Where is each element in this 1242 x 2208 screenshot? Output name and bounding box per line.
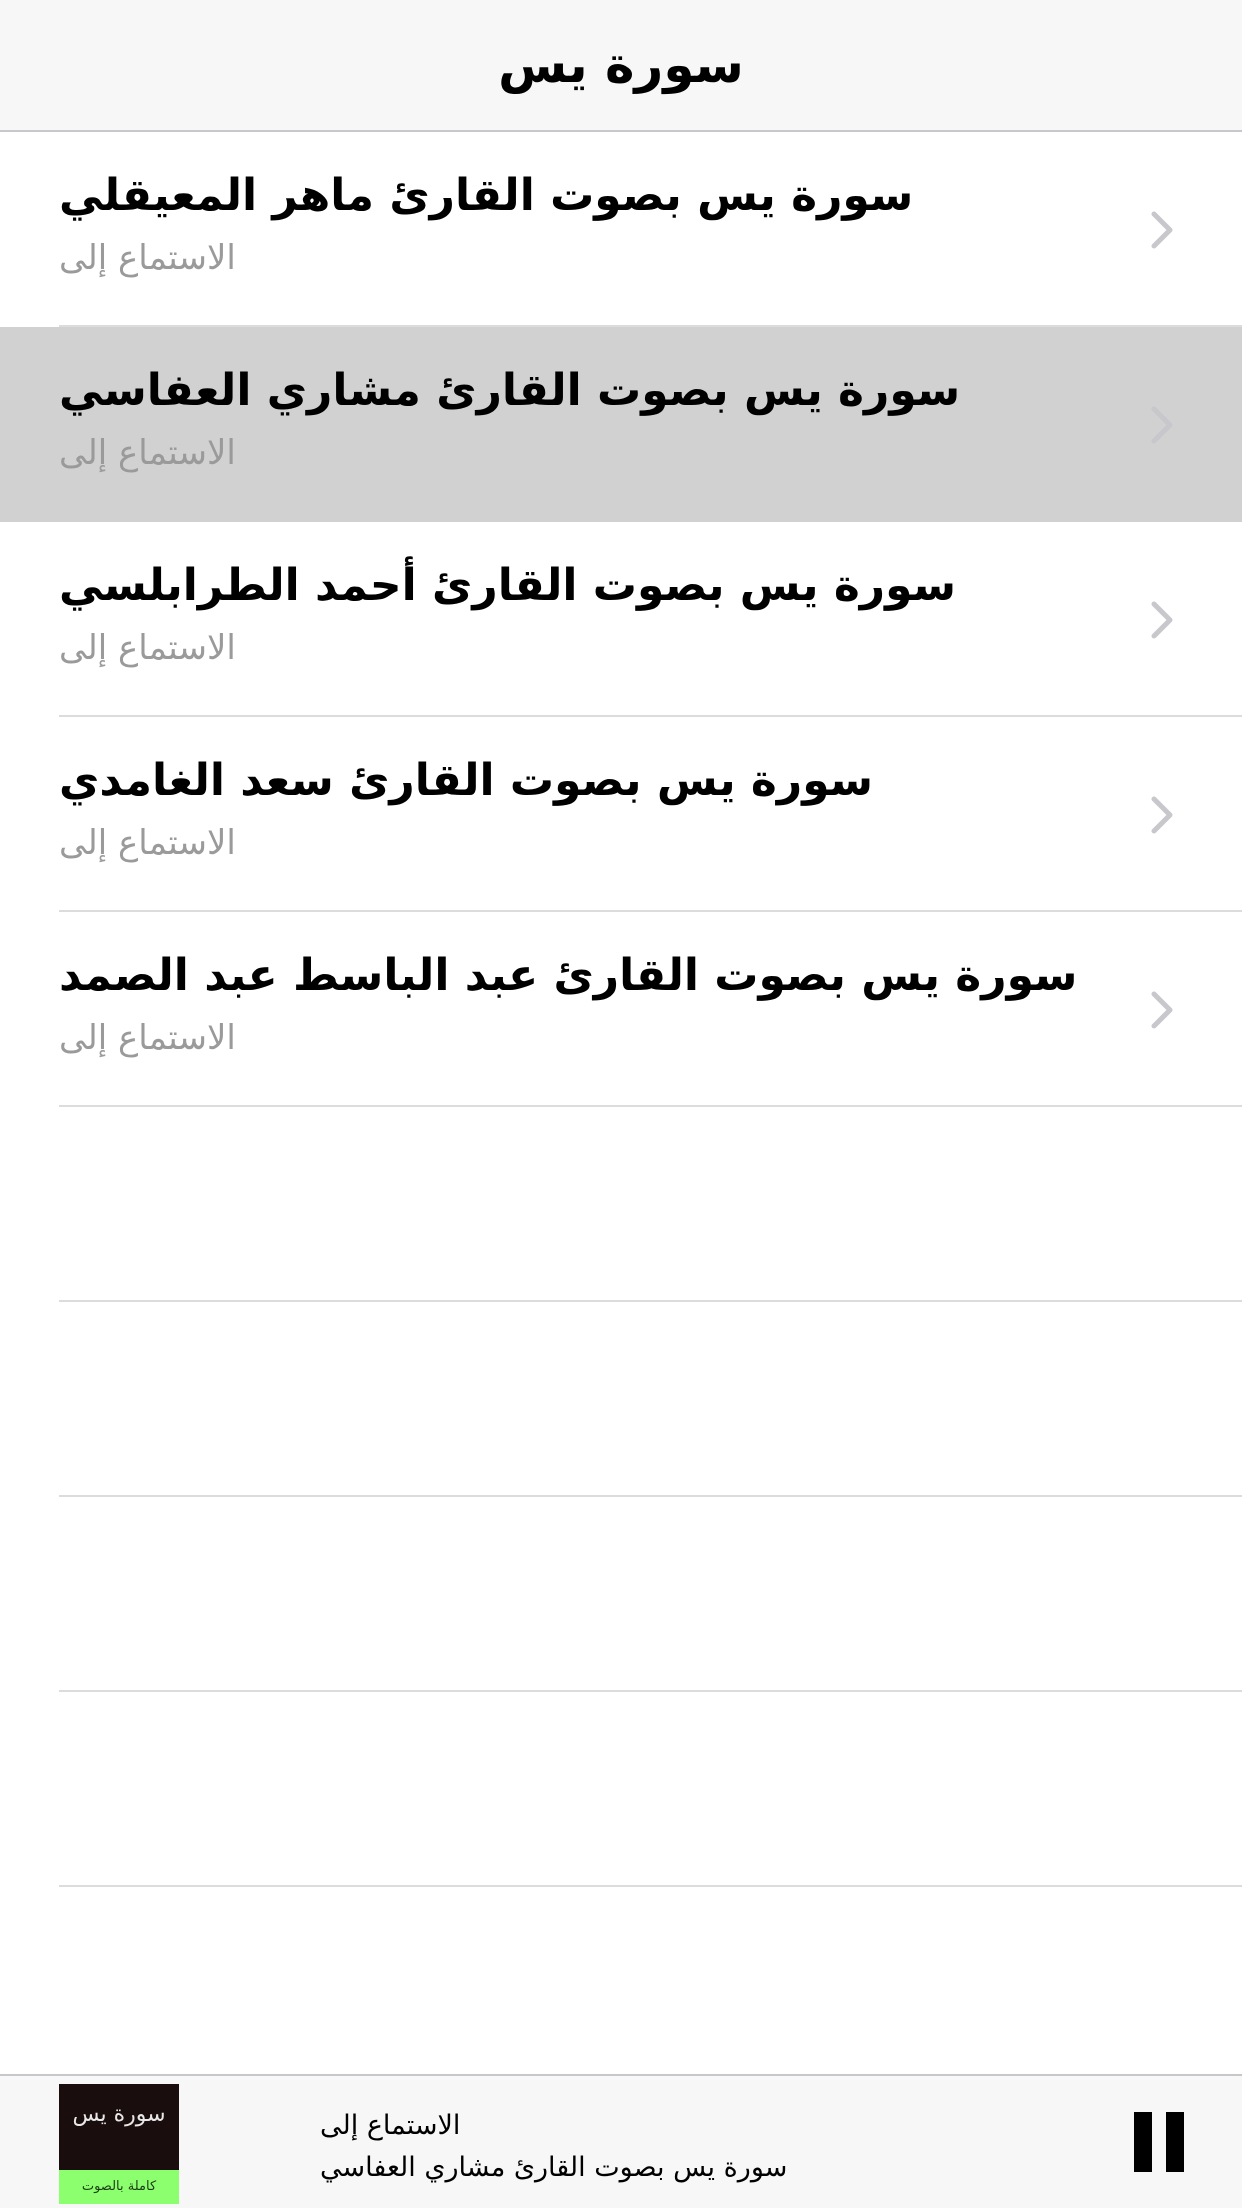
artwork-title: سورة يس [72, 2102, 166, 2127]
empty-row [0, 1497, 1242, 1692]
list-item[interactable]: سورة يس بصوت القارئ مشاري العفاسي الاستم… [0, 327, 1242, 522]
pause-icon [1134, 2112, 1152, 2172]
navigation-bar: سورة يس [0, 0, 1242, 132]
list-item-subtitle: الاستماع إلى [59, 823, 236, 863]
list-item[interactable]: سورة يس بصوت القارئ سعد الغامدي الاستماع… [0, 717, 1242, 912]
list-item-subtitle: الاستماع إلى [59, 433, 236, 473]
chevron-right-icon [1151, 991, 1173, 1029]
list-item[interactable]: سورة يس بصوت القارئ أحمد الطرابلسي الاست… [0, 522, 1242, 717]
reciter-list: سورة يس بصوت القارئ ماهر المعيقلي الاستم… [0, 132, 1242, 1887]
album-artwork: سورة يس كاملة بالصوت [59, 2084, 179, 2204]
empty-row [0, 1302, 1242, 1497]
app-screen: سورة يس سورة يس بصوت القارئ ماهر المعيقل… [0, 0, 1242, 2208]
list-item-title: سورة يس بصوت القارئ ماهر المعيقلي [59, 170, 914, 221]
pause-button[interactable] [1134, 2112, 1184, 2172]
list-item-title: سورة يس بصوت القارئ أحمد الطرابلسي [59, 560, 956, 611]
chevron-right-icon [1151, 601, 1173, 639]
list-item-title: سورة يس بصوت القارئ مشاري العفاسي [59, 365, 961, 416]
artwork-caption: كاملة بالصوت [59, 2170, 179, 2204]
list-item-subtitle: الاستماع إلى [59, 238, 236, 278]
chevron-right-icon [1151, 796, 1173, 834]
list-item-title: سورة يس بصوت القارئ عبد الباسط عبد الصمد [59, 950, 1078, 1001]
list-item[interactable]: سورة يس بصوت القارئ ماهر المعيقلي الاستم… [0, 132, 1242, 327]
now-playing-bar[interactable]: سورة يس كاملة بالصوت الاستماع إلى سورة ي… [0, 2074, 1242, 2208]
list-item-subtitle: الاستماع إلى [59, 1018, 236, 1058]
empty-row [0, 1107, 1242, 1302]
chevron-right-icon [1151, 406, 1173, 444]
list-item-title: سورة يس بصوت القارئ سعد الغامدي [59, 755, 874, 806]
row-divider [59, 1885, 1242, 1887]
pause-icon [1166, 2112, 1184, 2172]
chevron-right-icon [1151, 211, 1173, 249]
page-title: سورة يس [498, 36, 744, 94]
empty-row [0, 1692, 1242, 1887]
now-playing-title: سورة يس بصوت القارئ مشاري العفاسي [320, 2152, 788, 2183]
now-playing-status: الاستماع إلى [320, 2110, 461, 2141]
list-item[interactable]: سورة يس بصوت القارئ عبد الباسط عبد الصمد… [0, 912, 1242, 1107]
list-item-subtitle: الاستماع إلى [59, 628, 236, 668]
